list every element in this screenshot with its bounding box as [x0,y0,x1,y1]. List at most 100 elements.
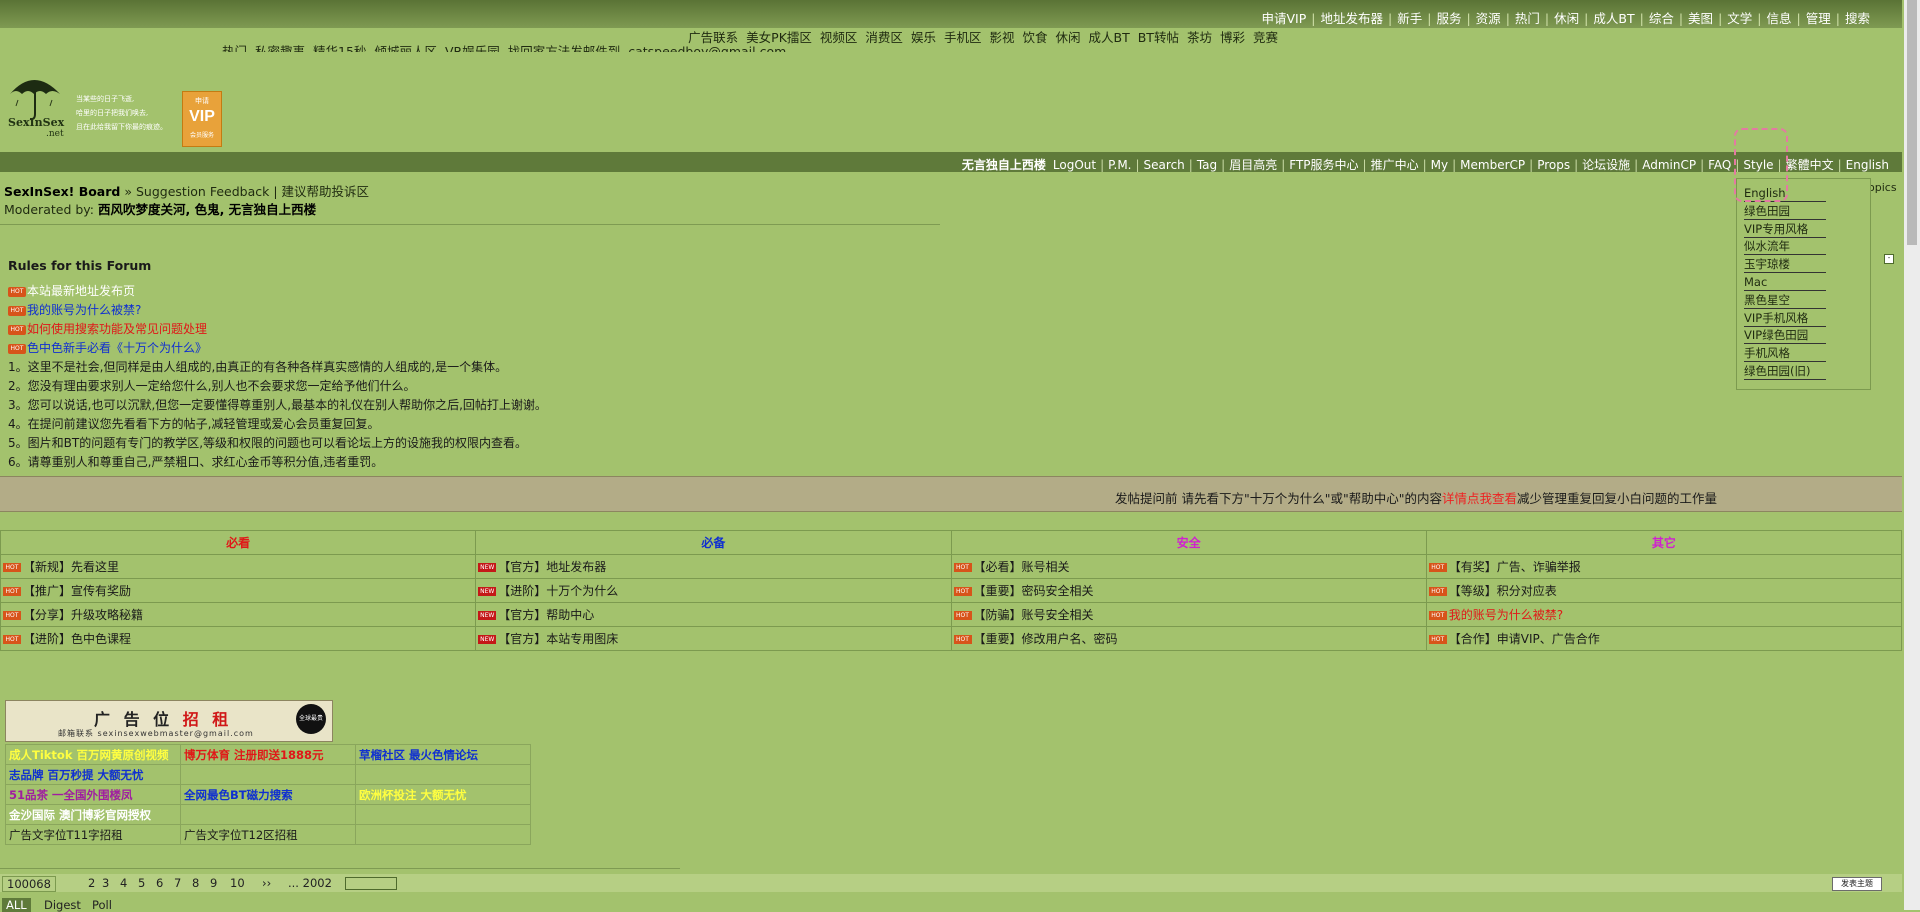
style-option[interactable]: 手机风格 [1744,345,1826,363]
ad-cell[interactable] [355,764,531,785]
page-link[interactable]: 10 [230,876,245,890]
page-jump-input[interactable] [345,877,397,890]
page-link[interactable]: 6 [156,876,163,890]
ad-cell[interactable] [180,764,356,785]
top-link[interactable]: 申请VIP [1261,11,1306,26]
category-link[interactable]: 消费区 [865,30,903,45]
page-link[interactable]: 3 [102,876,109,890]
top-link[interactable]: 文学 [1727,11,1752,26]
grid-cell[interactable]: HOT 我的账号为什么被禁? [1425,602,1903,627]
ad-cell[interactable]: 欧洲杯投注 大额无忧 [355,784,531,805]
grid-cell[interactable]: HOT 【进阶】色中色课程 [0,626,477,651]
ad-cell[interactable]: 草榴社区 最火色情论坛 [355,744,531,765]
grid-link[interactable]: 【防骗】账号安全相关 [974,608,1094,622]
style-option[interactable]: 似水流年 [1744,238,1826,256]
ad-cell[interactable]: 成人Tiktok 百万网黄原创视频 [5,744,181,765]
page-link[interactable]: 7 [174,876,181,890]
category-link[interactable]: 博彩 [1220,30,1245,45]
username-link[interactable]: 无言独自上西楼 [962,158,1046,172]
ad-cell[interactable] [180,804,356,825]
top-link[interactable]: 综合 [1649,11,1674,26]
new-post-button[interactable]: 发表主题 [1832,877,1882,891]
ad-cell[interactable]: 金沙国际 澳门博彩官网授权 [5,804,181,825]
grid-link[interactable]: 【必看】账号相关 [974,560,1070,574]
style-option[interactable]: 玉宇琼楼 [1744,256,1826,274]
navbar-item[interactable]: Search [1144,158,1185,172]
top-link[interactable]: 搜索 [1845,11,1870,26]
category-link[interactable]: 茶坊 [1187,30,1212,45]
top-link[interactable]: 管理 [1806,11,1831,26]
grid-cell[interactable]: NEW 【官方】地址发布器 [475,554,952,579]
grid-link[interactable]: 【分享】升级攻略秘籍 [23,608,143,622]
category-link[interactable]: 视频区 [820,30,858,45]
moderators-list[interactable]: 西风吹梦度关河, 色鬼, 无言独自上西楼 [98,202,316,217]
style-option[interactable]: Mac [1744,274,1826,291]
grid-cell[interactable]: HOT 【重要】密码安全相关 [950,578,1427,603]
grid-cell[interactable]: HOT 【必看】账号相关 [950,554,1427,579]
navbar-item[interactable]: LogOut [1053,158,1096,172]
navbar-item[interactable]: Tag [1197,158,1217,172]
scrollbar-thumb[interactable] [1907,0,1917,245]
page-link[interactable]: 2 [88,876,95,890]
style-option[interactable]: English [1744,185,1826,202]
grid-cell[interactable]: HOT 【分享】升级攻略秘籍 [0,602,477,627]
navbar-item[interactable]: 眉目高亮 [1229,158,1277,172]
grid-cell[interactable]: HOT 【合作】申请VIP、广告合作 [1425,626,1903,651]
rule-item[interactable]: HOT 我的账号为什么被禁? [8,301,141,318]
style-option[interactable]: 绿色田园 [1744,203,1826,220]
grid-link[interactable]: 【推广】宣传有奖励 [23,584,131,598]
style-option[interactable]: VIP手机风格 [1744,310,1826,327]
grid-link[interactable]: 【进阶】色中色课程 [23,632,131,646]
grid-cell[interactable]: HOT 【防骗】账号安全相关 [950,602,1427,627]
page-link[interactable]: 5 [138,876,145,890]
ad-cell[interactable]: 广告文字位T11字招租 [5,824,181,845]
category-link[interactable]: 饮食 [1022,30,1047,45]
style-option[interactable]: 黑色星空 [1744,292,1826,309]
top-link[interactable]: 信息 [1767,11,1792,26]
style-option[interactable]: 绿色田园(旧) [1744,363,1826,380]
ad-cell[interactable]: 51品茶 一全国外围楼凤 [5,784,181,805]
breadcrumb-home[interactable]: SexInSex! Board [4,184,120,199]
top-link[interactable]: 地址发布器 [1320,11,1383,26]
grid-cell[interactable]: NEW 【进阶】十万个为什么 [475,578,952,603]
page-link[interactable]: 9 [210,876,217,890]
rule-item[interactable]: HOT 色中色新手必看《十万个为什么》 [8,339,207,356]
top-link[interactable]: 服务 [1436,11,1461,26]
ad-banner[interactable]: 广 告 位 招 租 邮箱联系 sexinsexwebmaster@gmail.c… [5,700,333,742]
grid-cell[interactable]: HOT 【重要】修改用户名、密码 [950,626,1427,651]
category-link[interactable]: 手机区 [944,30,982,45]
ad-cell[interactable]: 广告文字位T12区招租 [180,824,356,845]
grid-link[interactable]: 【官方】地址发布器 [498,560,606,574]
navbar-item[interactable]: 繁體中文 [1786,158,1834,172]
grid-link[interactable]: 【合作】申请VIP、广告合作 [1449,632,1600,646]
navbar-item[interactable]: AdminCP [1642,158,1696,172]
grid-link[interactable]: 【新规】先看这里 [23,560,119,574]
next-page-link[interactable]: ›› [262,876,271,890]
style-option[interactable]: VIP专用风格 [1744,221,1826,238]
rule-item[interactable]: HOT 本站最新地址发布页 [8,282,135,299]
collapse-toggle-icon[interactable]: - [1884,254,1894,264]
last-page-link[interactable]: ... 2002 [288,876,332,890]
top-link[interactable]: 美图 [1688,11,1713,26]
navbar-item[interactable]: Props [1537,158,1570,172]
category-link[interactable]: BT转帖 [1138,30,1179,45]
site-logo[interactable]: SexInSex .net [6,70,76,145]
top-link[interactable]: 资源 [1476,11,1501,26]
category-link[interactable]: 休闲 [1056,30,1081,45]
grid-link[interactable]: 我的账号为什么被禁? [1449,608,1563,622]
navbar-item[interactable]: 论坛设施 [1582,158,1630,172]
scrollbar[interactable] [1904,0,1920,910]
navbar-item[interactable]: FAQ [1708,158,1731,172]
top-link[interactable]: 新手 [1397,11,1422,26]
vip-banner[interactable]: 申请 VIP 会员服务 [182,91,222,147]
grid-cell[interactable]: HOT 【有奖】广告、诈骗举报 [1425,554,1903,579]
navbar-item[interactable]: P.M. [1108,158,1131,172]
top-link[interactable]: 热门 [1515,11,1540,26]
ad-cell[interactable]: 全网最色BT磁力搜索 [180,784,356,805]
navbar-item[interactable]: MemberCP [1460,158,1525,172]
grid-cell[interactable]: NEW 【官方】本站专用图床 [475,626,952,651]
style-option[interactable]: VIP绿色田园 [1744,327,1826,345]
grid-cell[interactable]: NEW 【官方】帮助中心 [475,602,952,627]
top-link[interactable]: 成人BT [1593,11,1634,26]
navbar-item[interactable]: Style [1743,158,1773,172]
